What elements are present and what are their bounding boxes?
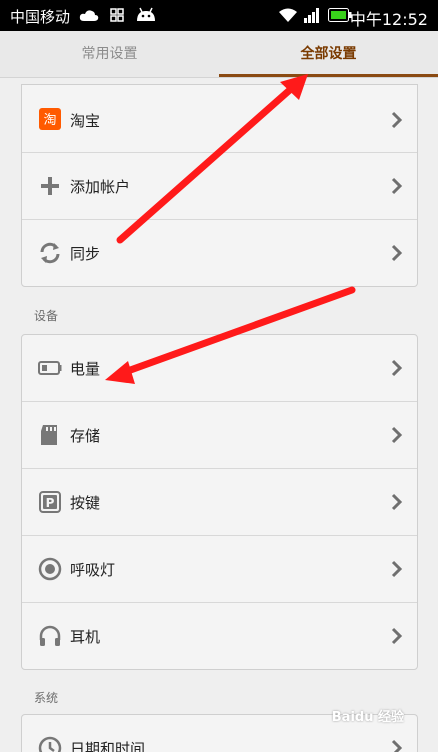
watermark: Baidu 经验 [331,710,404,725]
battery-icon [38,361,62,375]
clock-icon [38,736,62,752]
chevron-right-icon [391,244,403,262]
plus-icon [41,177,59,195]
chevron-right-icon [391,111,403,129]
list-item-headphones[interactable]: 耳机 [22,603,417,669]
led-icon [38,557,62,581]
tab-common-settings[interactable]: 常用设置 [0,31,219,77]
key-icon: P [39,491,61,513]
list-item-label: 电量 [70,360,101,378]
list-item-label: 添加帐户 [70,178,131,196]
list-item-label: 淘宝 [70,112,101,130]
headphones-icon [39,625,61,646]
chevron-right-icon [391,359,403,377]
clock-time: 中午12:52 [349,10,428,29]
chevron-right-icon [391,560,403,578]
status-bar: 中国移动 中午12:52 [0,0,438,31]
signal-icon [304,8,319,23]
accounts-group: 淘 淘宝 添加帐户 同步 [21,84,418,287]
chevron-right-icon [391,493,403,511]
list-item-led[interactable]: 呼吸灯 [22,536,417,603]
chevron-right-icon [391,627,403,645]
battery-status-icon [328,8,352,22]
section-title-device: 设备 [34,309,59,323]
list-item-label: 同步 [70,245,101,263]
tab-all-settings[interactable]: 全部设置 [219,31,438,77]
settings-tabs: 常用设置 全部设置 [0,31,438,78]
device-group: 电量 存储 P 按键 呼吸灯 耳机 [21,334,418,670]
chevron-right-icon [391,177,403,195]
list-item-add-account[interactable]: 添加帐户 [22,153,417,220]
taobao-icon: 淘 [39,108,61,130]
chevron-right-icon [391,426,403,444]
list-item-taobao[interactable]: 淘 淘宝 [22,85,417,153]
list-item-battery[interactable]: 电量 [22,335,417,402]
list-item-label: 日期和时间 [70,740,146,752]
list-item-label: 按键 [70,494,101,512]
sd-card-icon [41,425,57,445]
android-icon [137,7,155,21]
section-title-system: 系统 [34,691,59,705]
list-item-label: 存储 [70,427,101,445]
sync-icon [40,242,60,264]
list-item-sync[interactable]: 同步 [22,220,417,286]
list-item-keys[interactable]: P 按键 [22,469,417,536]
wifi-icon [279,8,297,22]
svg-text:淘: 淘 [43,113,56,128]
list-item-label: 耳机 [70,628,101,646]
apps-icon [110,8,124,22]
chevron-right-icon [391,739,403,752]
carrier-name: 中国移动 [10,8,71,26]
list-item-storage[interactable]: 存储 [22,402,417,469]
cloud-icon [79,10,99,21]
svg-text:P: P [46,496,55,510]
list-item-label: 呼吸灯 [70,561,116,579]
